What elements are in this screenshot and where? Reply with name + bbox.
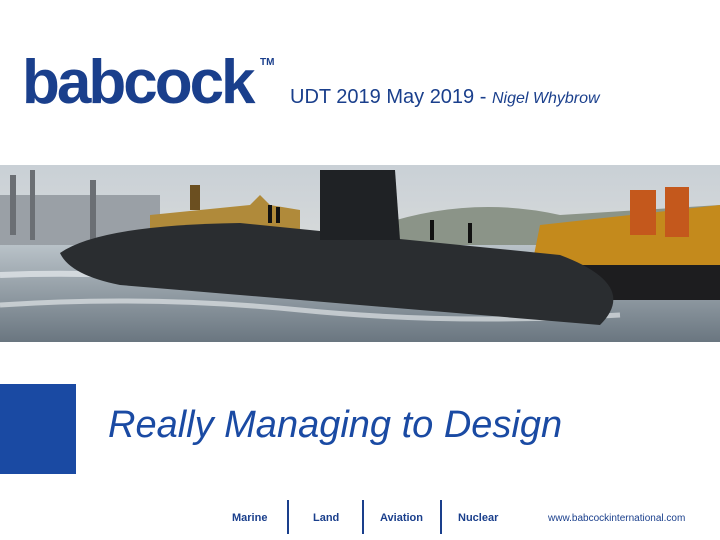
event-header: UDT 2019 May 2019 - Nigel Whybrow xyxy=(290,86,600,109)
presentation-title: Really Managing to Design xyxy=(108,404,563,446)
footer-divider xyxy=(362,500,364,534)
footer-divider xyxy=(440,500,442,534)
submarine-banner-image xyxy=(0,165,720,342)
footer-nav-land: Land xyxy=(313,512,340,524)
footer-divider xyxy=(287,500,289,534)
footer-nav-marine: Marine xyxy=(232,512,268,524)
footer-nav-aviation: Aviation xyxy=(380,512,423,524)
footer-nav-nuclear: Nuclear xyxy=(458,512,499,524)
submarine-photo xyxy=(0,165,720,342)
event-label: UDT 2019 May 2019 - xyxy=(290,86,487,108)
trademark-mark: TM xyxy=(260,57,275,68)
presenter-name: Nigel Whybrow xyxy=(491,90,600,107)
babcock-logo: babcock xyxy=(22,48,256,117)
accent-block xyxy=(0,384,76,474)
website-url: www.babcockinternational.com xyxy=(548,513,686,524)
